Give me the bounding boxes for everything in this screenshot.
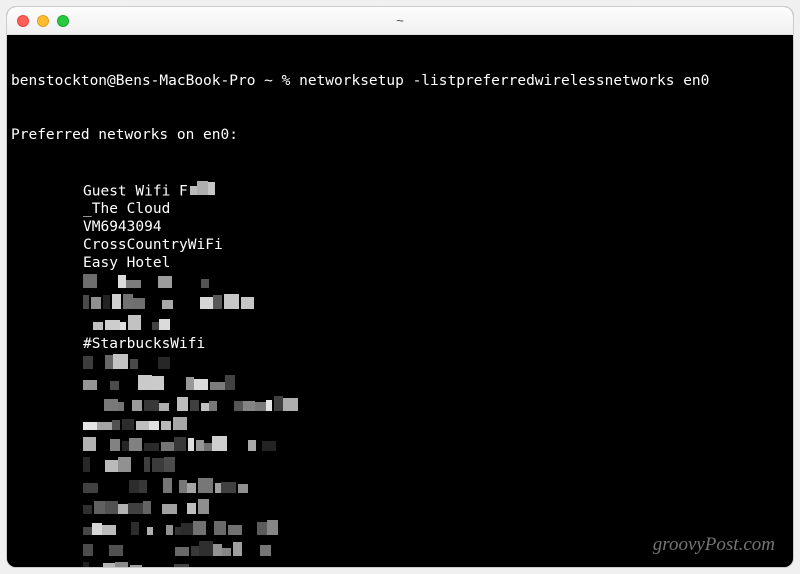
prompt: benstockton@Bens-MacBook-Pro ~ % — [11, 73, 299, 89]
terminal-window: ~ benstockton@Bens-MacBook-Pro ~ % netwo… — [6, 6, 794, 568]
close-button[interactable] — [17, 15, 29, 27]
response-header: Preferred networks on en0: — [11, 127, 789, 145]
network-item — [11, 396, 789, 417]
network-item — [11, 354, 789, 375]
network-item — [11, 520, 789, 541]
redacted-network — [190, 183, 215, 199]
redacted-network — [83, 357, 172, 373]
network-name: #StarbucksWifi — [11, 336, 789, 354]
redacted-network — [83, 418, 187, 434]
network-item — [11, 562, 789, 567]
network-item — [11, 499, 789, 520]
network-name: Guest Wifi F — [83, 183, 188, 199]
network-name: CrossCountryWiFi — [11, 237, 789, 255]
title-bar: ~ — [7, 7, 793, 35]
redacted-network — [83, 544, 271, 560]
network-name: Easy Hotel — [11, 255, 789, 273]
redacted-network — [83, 378, 235, 394]
network-name: _The Cloud — [11, 201, 789, 219]
network-item — [11, 315, 789, 336]
redacted-network — [83, 276, 232, 292]
network-item — [11, 273, 789, 294]
traffic-lights — [17, 15, 69, 27]
redacted-network — [83, 460, 175, 476]
network-item — [11, 417, 789, 436]
redacted-network — [83, 481, 248, 497]
command: networksetup -listpreferredwirelessnetwo… — [299, 73, 709, 89]
network-item — [11, 478, 789, 499]
terminal-body[interactable]: benstockton@Bens-MacBook-Pro ~ % network… — [7, 35, 793, 567]
redacted-network — [83, 399, 298, 415]
redacted-network — [83, 439, 276, 455]
redacted-network — [83, 318, 186, 334]
network-name: VM6943094 — [11, 219, 789, 237]
network-item — [11, 436, 789, 457]
network-item — [11, 294, 789, 315]
redacted-network — [83, 297, 276, 313]
minimize-button[interactable] — [37, 15, 49, 27]
network-list: Guest Wifi F _The CloudVM6943094CrossCoun… — [11, 181, 789, 567]
redacted-network — [83, 502, 222, 518]
zoom-button[interactable] — [57, 15, 69, 27]
window-title: ~ — [396, 13, 404, 28]
network-item — [11, 541, 789, 562]
redacted-network — [83, 523, 280, 539]
redacted-network — [83, 564, 210, 567]
command-line: benstockton@Bens-MacBook-Pro ~ % network… — [11, 73, 789, 91]
network-item — [11, 457, 789, 478]
network-item: Guest Wifi F — [11, 181, 789, 201]
network-item — [11, 375, 789, 396]
